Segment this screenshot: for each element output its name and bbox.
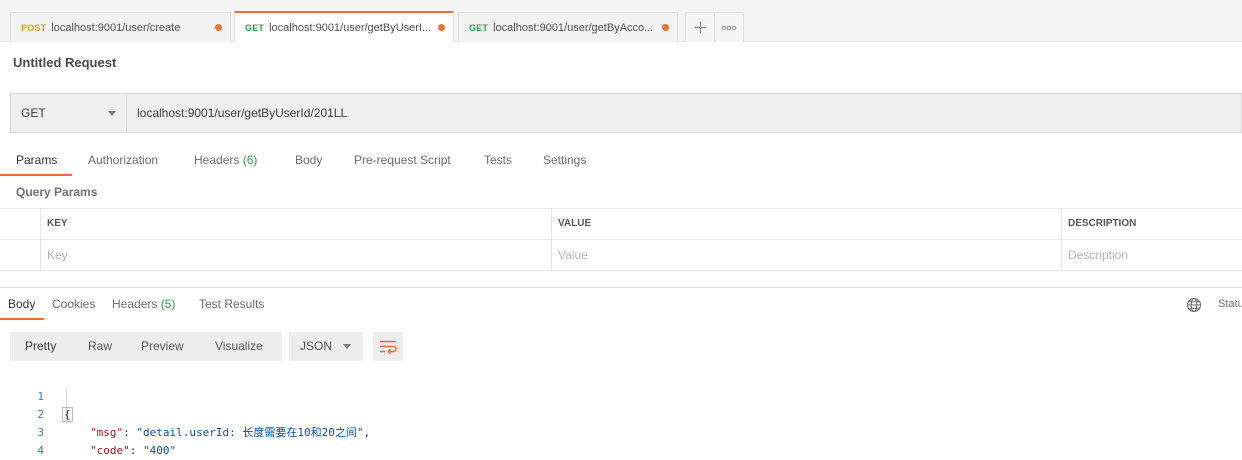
wrap-lines-icon xyxy=(380,340,397,354)
globe-icon[interactable] xyxy=(1186,297,1202,313)
request-tabs: Params Authorization Headers (6) Body Pr… xyxy=(0,145,1242,176)
response-tab-headers-label: Headers xyxy=(112,297,158,311)
active-response-tab-indicator xyxy=(0,318,44,320)
response-tab-test-results[interactable]: Test Results xyxy=(199,290,264,320)
request-tab-get-by-user-id[interactable]: GET localhost:9001/user/getByUserI... xyxy=(234,11,454,42)
line-number: 4 xyxy=(37,444,44,457)
query-params-title: Query Params xyxy=(16,185,98,199)
tab-authorization[interactable]: Authorization xyxy=(86,145,160,176)
tab-pre-request-script[interactable]: Pre-request Script xyxy=(352,145,453,176)
json-value: "400" xyxy=(143,444,177,457)
view-preview-button[interactable]: Preview xyxy=(141,332,184,361)
table-header-row: KEY VALUE DESCRIPTION xyxy=(0,209,1242,240)
format-value: JSON xyxy=(300,339,333,353)
format-select[interactable]: JSON xyxy=(289,332,363,361)
table-row: Key Value Description xyxy=(0,240,1242,271)
url-bar: GET xyxy=(10,93,1242,133)
tab-body[interactable]: Body xyxy=(293,145,324,176)
column-header-value: VALUE xyxy=(551,209,1061,240)
method-badge: GET xyxy=(469,22,489,33)
active-tab-indicator xyxy=(0,174,72,176)
new-tab-button[interactable] xyxy=(685,12,715,42)
plus-icon xyxy=(694,21,706,34)
request-title[interactable]: Untitled Request xyxy=(13,55,116,70)
response-tab-headers[interactable]: Headers (5) xyxy=(112,290,175,320)
code-line: 1 { xyxy=(0,370,1242,422)
row-handle-cell xyxy=(0,240,40,271)
column-header-key: KEY xyxy=(40,209,551,240)
response-tabs: Body Cookies Headers (5) Test Results xyxy=(0,290,1242,320)
ellipsis-icon xyxy=(721,25,737,30)
chevron-down-icon xyxy=(343,344,351,349)
tab-url: localhost:9001/user/create xyxy=(51,21,181,34)
method-badge: GET xyxy=(245,22,265,33)
view-visualize-button[interactable]: Visualize xyxy=(215,332,263,361)
code-line: 2 "msg": "detail.userId: 长度需要在10和20之间", xyxy=(0,388,1242,439)
more-tabs-button[interactable] xyxy=(714,12,744,42)
method-badge: POST xyxy=(21,22,47,33)
method-select[interactable]: GET xyxy=(11,94,127,132)
tab-url: localhost:9001/user/getByAcco... xyxy=(493,21,654,34)
response-tab-body[interactable]: Body xyxy=(8,290,35,320)
column-header-description: DESCRIPTION xyxy=(1061,209,1242,240)
tab-url: localhost:9001/user/getByUserI... xyxy=(269,21,432,34)
tab-headers-label: Headers xyxy=(194,153,240,167)
view-pretty-button[interactable]: Pretty xyxy=(25,332,56,361)
query-params-table: KEY VALUE DESCRIPTION Key Value Descript… xyxy=(0,208,1242,271)
unsaved-dot-icon xyxy=(662,24,669,31)
response-divider[interactable] xyxy=(0,287,1242,288)
tab-headers[interactable]: Headers (6) xyxy=(192,145,259,176)
code-line: 3 "code": "400" xyxy=(0,406,1242,457)
response-headers-count-badge: (5) xyxy=(160,297,176,311)
chevron-down-icon xyxy=(108,111,116,116)
tab-tests[interactable]: Tests xyxy=(482,145,514,176)
tab-params[interactable]: Params xyxy=(14,145,59,176)
description-input[interactable]: Description xyxy=(1061,240,1242,271)
key-input[interactable]: Key xyxy=(40,240,551,271)
request-tab-bar: POST localhost:9001/user/create GET loca… xyxy=(0,0,1242,42)
response-status-label: Statu xyxy=(1218,298,1242,310)
view-raw-button[interactable]: Raw xyxy=(88,332,112,361)
view-mode-group: Pretty Raw Preview Visualize xyxy=(10,332,282,361)
json-key: "code" xyxy=(90,444,130,457)
method-value: GET xyxy=(21,106,46,120)
row-handle-cell xyxy=(0,209,40,240)
response-tab-cookies[interactable]: Cookies xyxy=(52,290,95,320)
request-tab-get-by-account[interactable]: GET localhost:9001/user/getByAcco... xyxy=(458,12,678,42)
headers-count-badge: (6) xyxy=(242,153,258,167)
tab-settings[interactable]: Settings xyxy=(541,145,588,176)
unsaved-dot-icon xyxy=(438,24,445,31)
value-input[interactable]: Value xyxy=(551,240,1061,271)
code-line: 4 } xyxy=(0,424,1242,457)
wrap-lines-button[interactable] xyxy=(373,332,403,361)
request-tab-post-create[interactable]: POST localhost:9001/user/create xyxy=(10,12,231,42)
url-input[interactable] xyxy=(127,94,1241,132)
code-text: "code": "400" xyxy=(90,444,177,457)
unsaved-dot-icon xyxy=(215,24,222,31)
